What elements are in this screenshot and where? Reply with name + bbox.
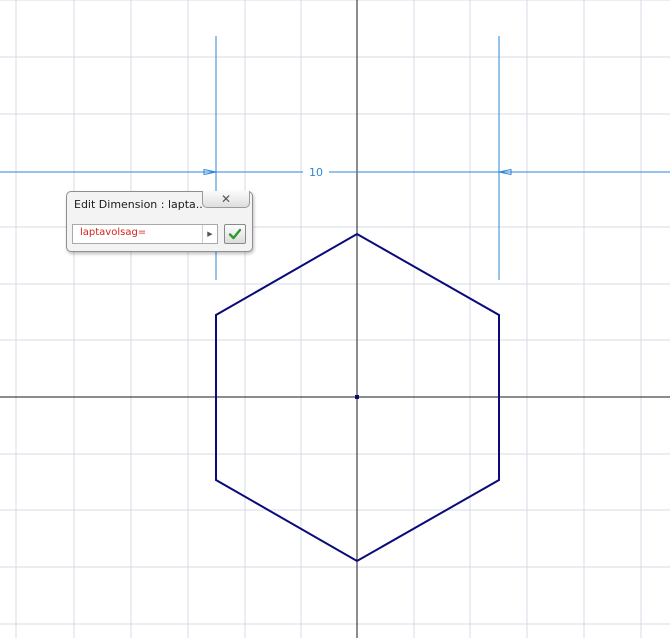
- dimension-input-value[interactable]: laptavolsag=: [80, 227, 146, 238]
- checkmark-icon: [228, 228, 242, 240]
- dimension-value-label[interactable]: 10: [303, 165, 329, 181]
- dimension-input[interactable]: laptavolsag= ▶: [72, 224, 218, 244]
- accept-button[interactable]: [224, 224, 246, 244]
- close-icon: ✕: [220, 192, 232, 206]
- dropdown-arrow-icon[interactable]: ▶: [202, 225, 217, 243]
- sketch-canvas[interactable]: [0, 0, 670, 638]
- close-button[interactable]: ✕: [202, 191, 250, 208]
- edit-dimension-dialog: Edit Dimension : lapta... ✕ laptavolsag=…: [66, 191, 253, 252]
- center-point[interactable]: [355, 395, 359, 399]
- dialog-title: Edit Dimension : lapta...: [74, 198, 202, 211]
- sketch-grid: [0, 0, 670, 638]
